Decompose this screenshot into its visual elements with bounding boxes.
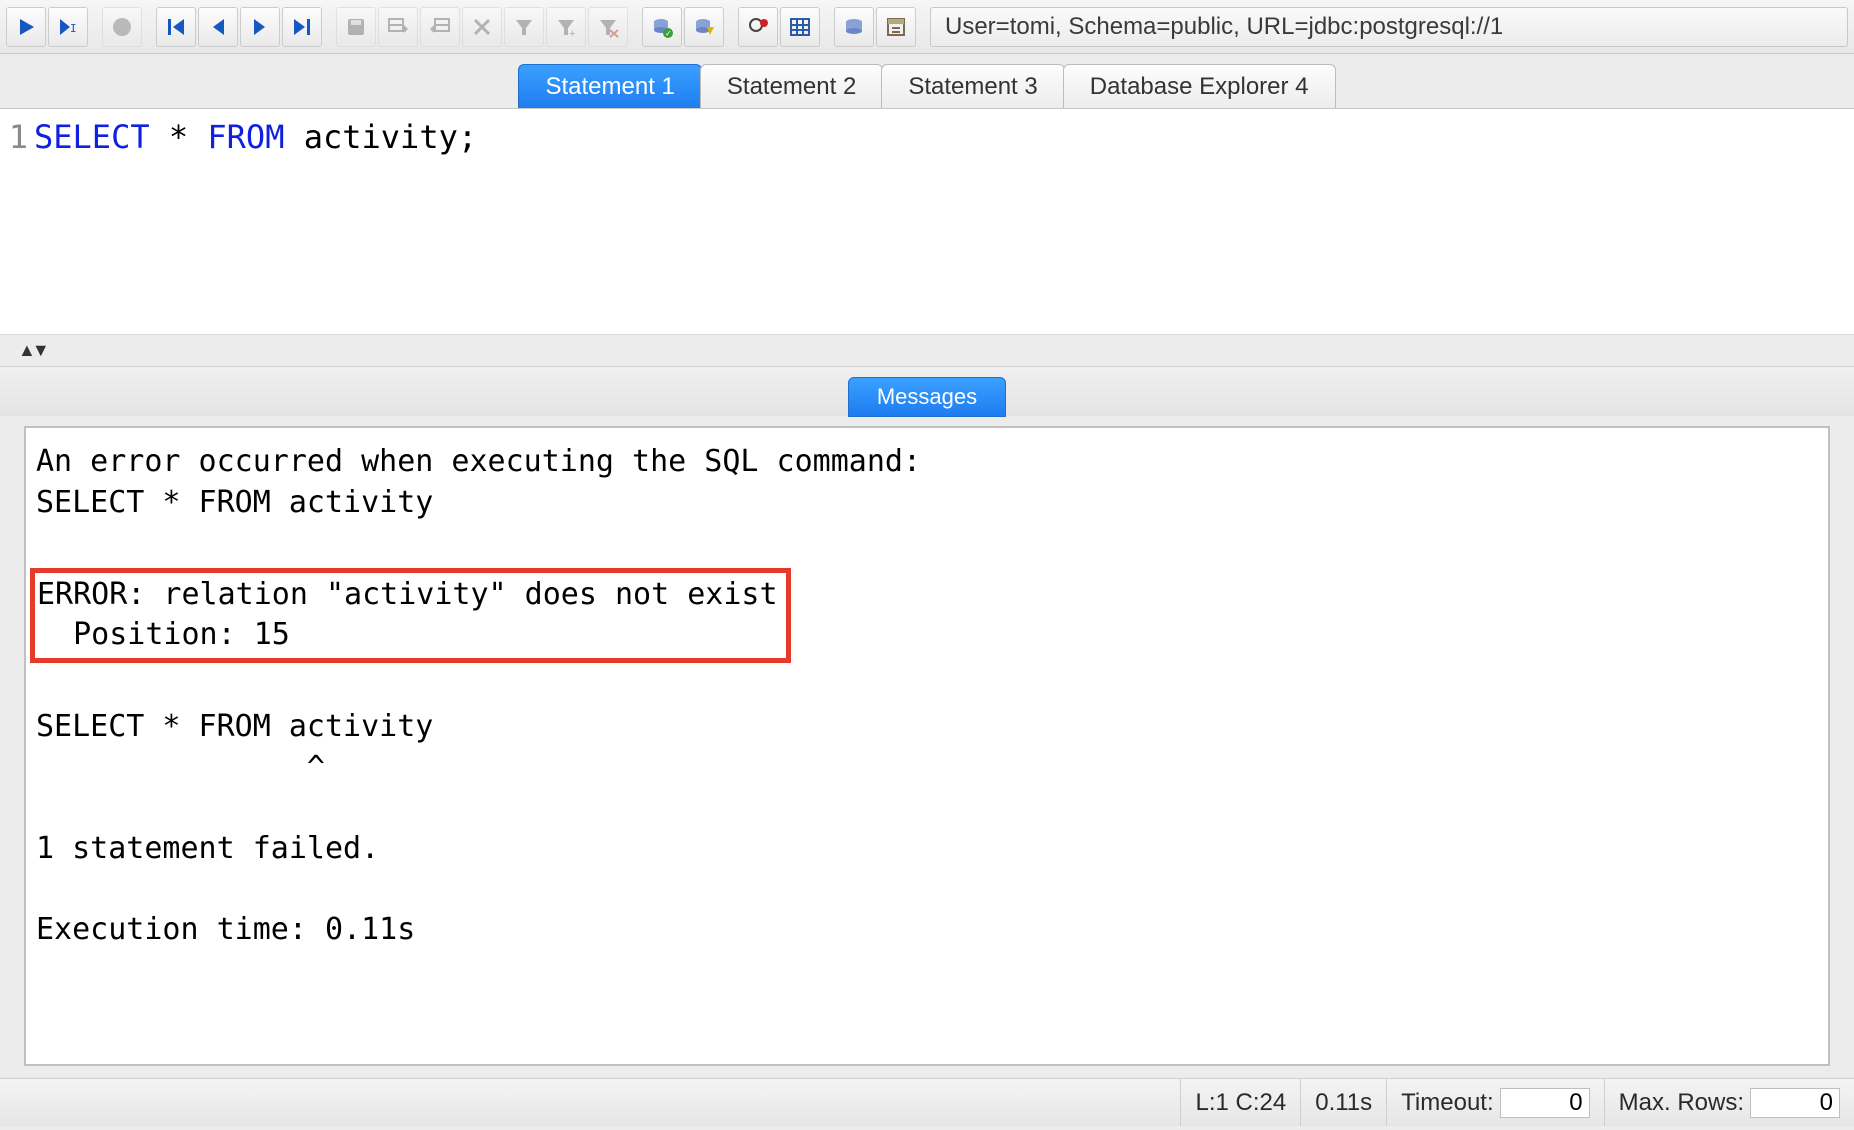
messages-panel[interactable]: An error occurred when executing the SQL… <box>24 426 1830 1066</box>
nav-last-button[interactable] <box>282 7 322 47</box>
sql-code[interactable]: SELECT * FROM activity; <box>30 109 477 334</box>
line-gutter: 1 <box>0 109 30 334</box>
filter-add-button[interactable]: + <box>546 7 586 47</box>
message-timing: Execution time: 0.11s <box>36 912 415 947</box>
run-current-button[interactable]: I <box>48 7 88 47</box>
db-refresh-button[interactable]: ✓ <box>642 7 682 47</box>
maxrows-label: Max. Rows: <box>1619 1089 1744 1117</box>
filter-button[interactable] <box>504 7 544 47</box>
svg-text:I: I <box>70 22 77 35</box>
db-browser-button[interactable] <box>834 7 874 47</box>
message-echo: SELECT * FROM activity ^ <box>36 709 433 785</box>
db-props-button[interactable] <box>876 7 916 47</box>
maxrows-field: Max. Rows: <box>1604 1079 1854 1126</box>
split-handle[interactable]: ▲▼ <box>0 334 1854 366</box>
svg-text:+: + <box>569 28 575 39</box>
grid-export-button[interactable] <box>378 7 418 47</box>
status-bar: L:1 C:24 0.11s Timeout: Max. Rows: <box>0 1078 1854 1126</box>
nav-prev-button[interactable] <box>198 7 238 47</box>
timeout-input[interactable] <box>1500 1088 1590 1118</box>
maxrows-input[interactable] <box>1750 1088 1840 1118</box>
main-toolbar: I + ✓ <box>0 0 1854 54</box>
nav-next-button[interactable] <box>240 7 280 47</box>
breakpoint-button[interactable] <box>738 7 778 47</box>
table-view-button[interactable] <box>780 7 820 47</box>
sql-keyword: SELECT <box>34 118 150 156</box>
sql-text: * <box>150 118 208 156</box>
db-commit-button[interactable] <box>684 7 724 47</box>
sql-keyword: FROM <box>207 118 284 156</box>
connection-info: User=tomi, Schema=public, URL=jdbc:postg… <box>930 7 1848 47</box>
cursor-position: L:1 C:24 <box>1180 1079 1300 1126</box>
messages-tab[interactable]: Messages <box>848 377 1006 417</box>
save-button[interactable] <box>336 7 376 47</box>
message-intro: An error occurred when executing the SQL… <box>36 444 921 520</box>
svg-text:✓: ✓ <box>665 29 672 38</box>
tab-statement-3[interactable]: Statement 3 <box>881 64 1064 109</box>
tab-database-explorer[interactable]: Database Explorer 4 <box>1063 64 1336 109</box>
sql-text: activity; <box>284 118 477 156</box>
error-highlight: ERROR: relation "activity" does not exis… <box>30 568 791 663</box>
statement-tabs: Statement 1 Statement 2 Statement 3 Data… <box>0 54 1854 108</box>
message-summary: 1 statement failed. <box>36 831 379 866</box>
sql-editor[interactable]: 1 SELECT * FROM activity; <box>0 108 1854 334</box>
delete-row-button[interactable] <box>462 7 502 47</box>
nav-first-button[interactable] <box>156 7 196 47</box>
result-header: Messages <box>0 366 1854 416</box>
timeout-field: Timeout: <box>1386 1079 1603 1126</box>
tab-statement-1[interactable]: Statement 1 <box>518 64 701 109</box>
split-arrows-icon: ▲▼ <box>18 340 46 361</box>
timeout-label: Timeout: <box>1401 1089 1493 1117</box>
exec-time: 0.11s <box>1300 1079 1386 1126</box>
run-button[interactable] <box>6 7 46 47</box>
tab-statement-2[interactable]: Statement 2 <box>700 64 883 109</box>
filter-clear-button[interactable] <box>588 7 628 47</box>
stop-button[interactable] <box>102 7 142 47</box>
grid-import-button[interactable] <box>420 7 460 47</box>
